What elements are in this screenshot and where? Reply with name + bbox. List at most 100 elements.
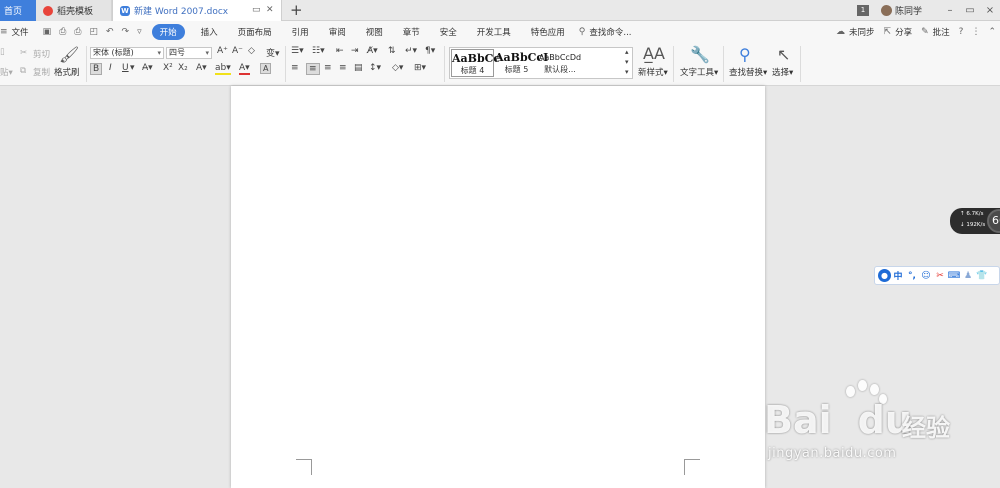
user-icon[interactable]: ♟ <box>961 271 975 281</box>
style-heading-5[interactable]: AaBbCcI 标题 5 <box>495 49 548 77</box>
close-tab-icon[interactable]: ✕ <box>266 5 274 15</box>
text-tools-button[interactable]: 文字工具▾ <box>680 66 718 78</box>
user-name[interactable]: 陈同学 <box>895 4 922 17</box>
align-right-icon[interactable]: ≡ <box>324 63 332 73</box>
skin-icon[interactable]: 👕 <box>975 271 989 281</box>
tab-reference[interactable]: 引用 <box>282 26 319 38</box>
ime-logo-icon[interactable]: ● <box>878 269 891 282</box>
customize-icon[interactable]: ▿ <box>137 27 142 37</box>
document-page[interactable] <box>231 86 765 488</box>
paste-label[interactable]: 贴▾ <box>0 66 13 78</box>
show-marks-icon[interactable]: ↵▾ <box>405 46 417 56</box>
strikethrough-icon[interactable]: A̶▾ <box>142 63 153 73</box>
print-preview-icon[interactable]: ⎙ <box>59 27 66 37</box>
borders-icon[interactable]: ⊞▾ <box>414 63 426 73</box>
add-tab-button[interactable]: + <box>290 1 303 19</box>
highlight-icon[interactable]: ab▾ <box>215 63 231 75</box>
file-menu[interactable]: 文件 <box>12 26 39 38</box>
bold-button[interactable]: B <box>90 63 103 75</box>
screenshot-icon[interactable]: ✂ <box>933 271 947 281</box>
paragraph-icon[interactable]: ¶▾ <box>425 46 435 56</box>
window-count-badge[interactable]: 1 <box>856 5 869 16</box>
ime-toolbar: ● 中 °, ☺ ✂ ⌨ ♟ 👕 <box>874 266 1000 285</box>
undo-icon[interactable]: ↶ <box>106 27 114 37</box>
tab-section[interactable]: 章节 <box>393 26 430 38</box>
style-label: 默认段... <box>544 65 576 74</box>
format-painter-button[interactable]: 格式刷 <box>54 66 80 78</box>
bullet-list-icon[interactable]: ☰▾ <box>291 46 304 56</box>
copy-button[interactable]: 复制 <box>33 66 50 78</box>
menu-icon[interactable]: ≡ <box>0 27 8 37</box>
chinese-layout-icon[interactable]: A̸▾ <box>367 46 378 56</box>
tab-page-layout[interactable]: 页面布局 <box>228 26 282 38</box>
shading-icon[interactable]: ◇▾ <box>392 63 403 73</box>
sort-icon[interactable]: ⇅ <box>388 46 396 56</box>
decrease-indent-icon[interactable]: ⇤ <box>336 46 344 56</box>
subscript-icon[interactable]: X₂ <box>178 63 188 73</box>
keyboard-icon[interactable]: ⌨ <box>947 271 961 281</box>
tab-insert[interactable]: 插入 <box>191 26 228 38</box>
tab-template[interactable]: 稻壳模板 <box>36 0 112 21</box>
punctuation-icon[interactable]: °, <box>905 271 919 281</box>
sync-status[interactable]: 未同步 <box>849 26 880 38</box>
char-border-icon[interactable]: A <box>260 63 272 74</box>
grow-font-icon[interactable]: A⁺ <box>217 46 228 56</box>
collapse-icon[interactable]: ⌃ <box>988 27 996 37</box>
numbered-list-icon[interactable]: ☷▾ <box>312 46 325 56</box>
watermark-brand-part1: Bai <box>764 398 832 442</box>
ime-lang-toggle[interactable]: 中 <box>891 269 905 282</box>
more-icon[interactable]: ⋮ <box>971 27 980 37</box>
emoji-icon[interactable]: ☺ <box>919 271 933 281</box>
upload-speed: ↑ 6.7K/s <box>960 211 984 217</box>
network-speed-widget[interactable]: ↑ 6.7K/s ↓ 192K/s 66 <box>950 208 1000 234</box>
gallery-up-icon[interactable]: ▴ <box>625 48 629 56</box>
tab-start[interactable]: 开始 <box>151 23 185 40</box>
increase-indent-icon[interactable]: ⇥ <box>351 46 359 56</box>
new-style-button[interactable]: 新样式▾ <box>638 66 668 78</box>
font-size-select[interactable]: 四号 <box>166 47 212 59</box>
underline-button[interactable]: U <box>122 63 129 73</box>
text-effect-icon[interactable]: A▾ <box>196 63 207 73</box>
command-search[interactable]: 查找命令... <box>589 26 631 38</box>
cut-button[interactable]: 剪切 <box>33 48 50 60</box>
print-icon[interactable]: ⎙ <box>74 27 81 37</box>
paste-icon[interactable]: ▯ <box>0 47 5 57</box>
find-replace-button[interactable]: 查找替换▾ <box>729 66 767 78</box>
tab-security[interactable]: 安全 <box>430 26 467 38</box>
align-center-icon[interactable]: ≡ <box>306 63 320 75</box>
preview-icon[interactable]: ◰ <box>89 27 98 37</box>
style-heading-4[interactable]: AaBbCc 标题 4 <box>451 49 500 77</box>
italic-button[interactable]: I <box>109 63 112 73</box>
redo-icon[interactable]: ↷ <box>122 27 130 37</box>
share-button[interactable]: 分享 <box>895 26 917 38</box>
gallery-more-icon[interactable]: ▾ <box>625 68 629 76</box>
minimize-button[interactable]: – <box>940 5 960 16</box>
style-default[interactable]: AaBbCcDd 默认段... <box>538 49 582 77</box>
tab-view[interactable]: 视图 <box>356 26 393 38</box>
shrink-font-icon[interactable]: A⁻ <box>232 46 243 56</box>
restore-button[interactable]: ▭ <box>960 5 980 16</box>
pin-tab-icon[interactable]: ▭ <box>252 5 261 15</box>
font-family-value: 宋体 (标题) <box>93 48 134 57</box>
tab-review[interactable]: 审阅 <box>319 26 356 38</box>
tab-home[interactable]: 首页 <box>0 0 36 21</box>
superscript-icon[interactable]: X² <box>163 63 173 73</box>
comment-button[interactable]: 批注 <box>933 26 955 38</box>
save-icon[interactable]: ▣ <box>43 27 52 37</box>
gallery-down-icon[interactable]: ▾ <box>625 58 629 66</box>
tab-features[interactable]: 特色应用 <box>521 26 575 38</box>
line-spacing-icon[interactable]: ↕▾ <box>369 63 381 73</box>
underline-dropdown-icon[interactable]: ▾ <box>130 63 135 73</box>
avatar[interactable] <box>880 5 892 16</box>
distribute-icon[interactable]: ▤ <box>354 63 363 73</box>
font-color-icon[interactable]: A▾ <box>239 63 250 75</box>
select-button[interactable]: 选择▾ <box>772 66 793 78</box>
phonetic-icon[interactable]: 变▾ <box>266 46 280 59</box>
clear-format-icon[interactable]: ◇ <box>248 46 255 56</box>
close-button[interactable]: × <box>980 5 1000 16</box>
justify-icon[interactable]: ≡ <box>339 63 347 73</box>
align-left-icon[interactable]: ≡ <box>291 63 299 73</box>
font-family-select[interactable]: 宋体 (标题) <box>90 47 164 59</box>
tab-developer[interactable]: 开发工具 <box>467 26 521 38</box>
help-icon[interactable]: ? <box>959 27 964 37</box>
